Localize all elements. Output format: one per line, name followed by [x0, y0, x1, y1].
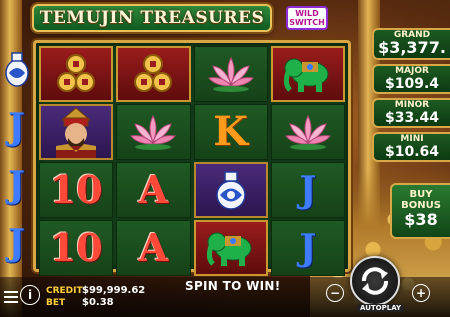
- reel-2: A A: [116, 46, 191, 276]
- reel-cell: 10: [39, 220, 114, 276]
- wild-switch-badge: WILD SWITCH: [286, 6, 328, 30]
- ten-symbol: 10: [49, 225, 103, 270]
- porcelain-vase-icon: [215, 171, 246, 210]
- spin-arrows-icon: [362, 267, 388, 295]
- jack-symbol: J: [7, 222, 26, 264]
- credit-label: CREDIT: [46, 286, 83, 296]
- temujin-warrior-icon: [56, 107, 97, 158]
- grand-jackpot: GRAND $3,377.: [372, 28, 450, 60]
- ace-symbol: A: [138, 225, 169, 270]
- reel-cell: J: [270, 162, 345, 218]
- major-jackpot-value: $109.4: [384, 76, 440, 92]
- info-button[interactable]: i: [20, 285, 40, 305]
- game-title: TEMUJIN TREASURES: [39, 8, 265, 28]
- minus-icon: −: [329, 286, 341, 300]
- reel-cell: J: [0, 156, 33, 214]
- buy-bonus-button[interactable]: BUY BONUS $38: [390, 183, 450, 239]
- jack-symbol: J: [7, 164, 26, 206]
- lotus-flower-icon: [207, 56, 254, 92]
- buy-bonus-label: BUY BONUS: [401, 189, 441, 211]
- reel-cell: J: [0, 214, 33, 272]
- reels-frame: 10 10 A A K J J: [33, 40, 351, 276]
- game-title-banner: TEMUJIN TREASURES: [32, 4, 272, 32]
- reel-cell: A: [116, 162, 191, 218]
- major-jackpot: MAJOR $109.4: [372, 64, 450, 94]
- reel-3: K: [193, 46, 268, 276]
- reel-cell: [193, 46, 268, 102]
- autoplay-button[interactable]: AUTOPLAY: [357, 304, 405, 312]
- reel-cell: A: [116, 220, 191, 276]
- wild-switch-text: WILD SWITCH: [289, 9, 325, 27]
- spin-button[interactable]: [350, 256, 400, 306]
- minor-jackpot-label: MINOR: [394, 100, 430, 110]
- major-jackpot-label: MAJOR: [395, 66, 429, 76]
- grand-jackpot-label: GRAND: [393, 30, 431, 40]
- reel-cell: [39, 104, 114, 160]
- reel-cell: [270, 46, 345, 102]
- jade-elephant-icon: [283, 58, 329, 92]
- reel-cell: J: [270, 220, 345, 276]
- jack-symbol: J: [299, 227, 317, 269]
- bet-value: $0.38: [82, 297, 114, 308]
- lucky-coins-icon: [134, 54, 173, 92]
- reel-cell: [116, 104, 191, 160]
- lotus-flower-icon: [130, 114, 177, 150]
- status-message: SPIN TO WIN!: [185, 279, 281, 293]
- credit-value: $99,999.62: [82, 285, 146, 296]
- reel-grid: 10 10 A A K J J: [39, 46, 345, 276]
- info-icon: i: [27, 288, 33, 302]
- grand-jackpot-value: $3,377.: [378, 40, 446, 56]
- reel-cell: [0, 40, 33, 98]
- jade-elephant-icon: [206, 232, 252, 266]
- reel-cell: [116, 46, 191, 102]
- reel-cell: [270, 104, 345, 160]
- reel-cell: 10: [39, 162, 114, 218]
- mini-jackpot-label: MINI: [400, 134, 424, 144]
- increase-bet-button[interactable]: +: [412, 284, 430, 302]
- lucky-coins-icon: [57, 54, 96, 92]
- reel-cell: [39, 46, 114, 102]
- reel-cell: J: [0, 98, 33, 156]
- jack-symbol: J: [7, 106, 26, 148]
- minor-jackpot: MINOR $33.44: [372, 98, 450, 128]
- menu-button[interactable]: [4, 288, 18, 303]
- bet-label: BET: [46, 298, 66, 308]
- plus-icon: +: [415, 286, 427, 300]
- jack-symbol: J: [299, 169, 317, 211]
- mini-jackpot-value: $10.64: [384, 144, 440, 160]
- left-partial-reel: J J J: [0, 40, 33, 272]
- reel-cell: [193, 220, 268, 276]
- lotus-flower-icon: [284, 114, 331, 150]
- buy-bonus-price: $38: [404, 210, 438, 229]
- reel-cell: [193, 162, 268, 218]
- ace-symbol: A: [138, 167, 169, 212]
- decrease-bet-button[interactable]: −: [326, 284, 344, 302]
- hamburger-menu-icon: [4, 291, 18, 303]
- reel-1: 10 10: [39, 46, 114, 276]
- reel-cell: K: [193, 104, 268, 160]
- king-symbol: K: [213, 108, 248, 155]
- porcelain-vase-icon: [4, 52, 29, 87]
- mini-jackpot: MINI $10.64: [372, 132, 450, 162]
- reel-4: J J: [270, 46, 345, 276]
- ten-symbol: 10: [49, 167, 103, 212]
- minor-jackpot-value: $33.44: [384, 110, 440, 126]
